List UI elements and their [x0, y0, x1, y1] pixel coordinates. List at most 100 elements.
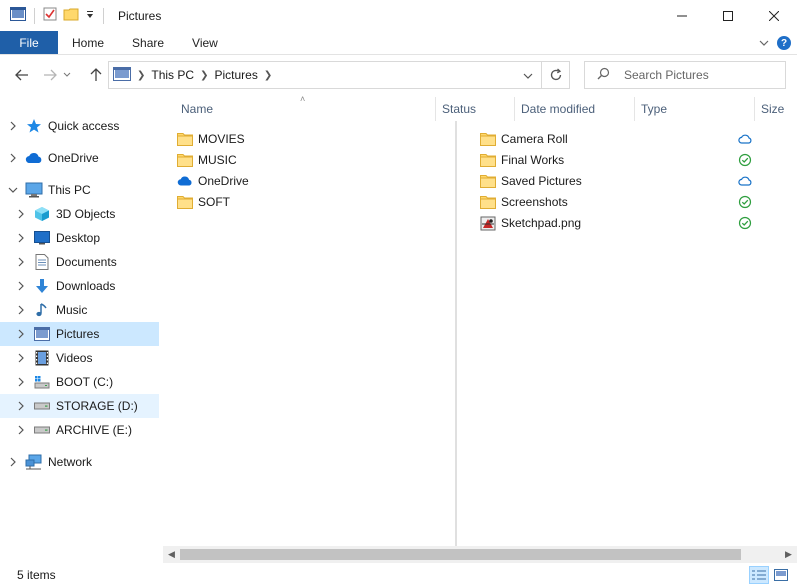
- network-icon: [25, 453, 43, 471]
- maximize-button[interactable]: [705, 0, 751, 31]
- forward-button[interactable]: [38, 63, 62, 87]
- minimize-button[interactable]: [659, 0, 705, 31]
- sidebar-item[interactable]: Music: [0, 298, 159, 322]
- drive-icon: [33, 397, 51, 415]
- sidebar-item[interactable]: BOOT (C:): [0, 370, 159, 394]
- window-app-icon[interactable]: [10, 7, 26, 24]
- refresh-button[interactable]: [542, 61, 570, 89]
- chevron-right-icon[interactable]: [16, 329, 26, 339]
- sidebar-item[interactable]: This PC: [0, 178, 159, 202]
- search-box[interactable]: [584, 61, 786, 89]
- arrow-left-icon: [15, 69, 28, 81]
- window-controls: [659, 0, 797, 31]
- list-item[interactable]: Saved Pictures: [480, 170, 582, 191]
- breadcrumb-separator[interactable]: ❯: [264, 70, 272, 81]
- chevron-right-icon[interactable]: [16, 257, 26, 267]
- folder-icon: [177, 131, 193, 147]
- list-item[interactable]: Camera Roll: [480, 128, 568, 149]
- folder-icon: [480, 152, 496, 168]
- breadcrumb-separator[interactable]: ❯: [137, 70, 145, 81]
- pictures-location-icon: [113, 66, 131, 84]
- customize-toolbar-icon[interactable]: [85, 9, 95, 23]
- recent-locations-button[interactable]: [60, 63, 74, 87]
- chevron-right-icon[interactable]: [16, 401, 26, 411]
- column-header-type[interactable]: Type: [635, 97, 755, 121]
- new-folder-icon[interactable]: [63, 7, 79, 24]
- chevron-right-icon[interactable]: [16, 377, 26, 387]
- large-icons-view-button[interactable]: [771, 566, 791, 584]
- chevron-down-icon[interactable]: [8, 186, 18, 194]
- sidebar-item[interactable]: 3D Objects: [0, 202, 159, 226]
- column-header-size[interactable]: Size: [755, 97, 797, 121]
- column-header-name[interactable]: Name: [175, 97, 437, 121]
- chevron-right-icon[interactable]: [16, 425, 26, 435]
- sidebar-item[interactable]: Documents: [0, 250, 159, 274]
- sidebar-item[interactable]: Videos: [0, 346, 159, 370]
- expand-ribbon-icon[interactable]: [759, 36, 769, 50]
- sidebar-item[interactable]: Downloads: [0, 274, 159, 298]
- chevron-right-icon[interactable]: [16, 353, 26, 363]
- document-icon: [33, 253, 51, 271]
- address-dropdown-icon[interactable]: [523, 69, 533, 83]
- properties-icon[interactable]: [43, 7, 57, 24]
- chevron-right-icon[interactable]: [16, 209, 26, 219]
- cloud-icon: [25, 149, 43, 167]
- file-name: Camera Roll: [501, 131, 568, 146]
- scroll-right-arrow[interactable]: ▶: [780, 546, 797, 563]
- sidebar-item-label: Music: [56, 303, 88, 317]
- breadcrumb-pictures[interactable]: Pictures: [214, 68, 257, 82]
- horizontal-scrollbar[interactable]: ◀ ▶: [163, 546, 797, 563]
- list-item[interactable]: SOFT: [177, 191, 230, 212]
- breadcrumb-this-pc[interactable]: This PC: [151, 68, 194, 82]
- scroll-left-arrow[interactable]: ◀: [163, 546, 180, 563]
- synced-status-icon: [738, 153, 752, 167]
- close-button[interactable]: [751, 0, 797, 31]
- sidebar-item[interactable]: Network: [0, 450, 159, 474]
- details-view-button[interactable]: [749, 566, 769, 584]
- address-bar[interactable]: ❯ This PC ❯ Pictures ❯: [108, 61, 542, 89]
- minimize-icon: [677, 15, 687, 16]
- ribbon-right-controls: ?: [759, 31, 791, 55]
- list-item[interactable]: Screenshots: [480, 191, 568, 212]
- tab-share[interactable]: Share: [118, 31, 178, 54]
- scrollbar-thumb[interactable]: [180, 549, 741, 560]
- sidebar-item[interactable]: ARCHIVE (E:): [0, 418, 159, 442]
- tab-home[interactable]: Home: [58, 31, 118, 54]
- column-header-date-modified[interactable]: Date modified: [515, 97, 635, 121]
- chevron-right-icon[interactable]: [8, 121, 18, 131]
- toolbar-separator: [103, 7, 104, 24]
- chevron-right-icon[interactable]: [16, 233, 26, 243]
- sidebar-item-label: Videos: [56, 351, 93, 365]
- sidebar-item[interactable]: Desktop: [0, 226, 159, 250]
- navigation-bar: ❯ This PC ❯ Pictures ❯: [0, 56, 797, 94]
- file-list: MOVIES MUSIC OneDrive SOFT Camera Roll Final …: [163, 121, 797, 546]
- search-input[interactable]: [624, 68, 774, 82]
- list-item[interactable]: OneDrive: [177, 170, 249, 191]
- list-item[interactable]: MOVIES: [177, 128, 245, 149]
- chevron-right-icon[interactable]: [16, 305, 26, 315]
- download-icon: [33, 277, 51, 295]
- list-item[interactable]: MUSIC: [177, 149, 237, 170]
- breadcrumb-separator[interactable]: ❯: [200, 70, 208, 81]
- navigation-pane: Quick access OneDrive This PC 3D Objects Des…: [0, 110, 160, 560]
- list-item[interactable]: Sketchpad.png: [480, 212, 581, 233]
- quick-access-toolbar: Pictures: [0, 0, 161, 31]
- column-label: Size: [761, 102, 785, 116]
- up-button[interactable]: [84, 63, 108, 87]
- sidebar-item[interactable]: STORAGE (D:): [0, 394, 159, 418]
- sidebar-item[interactable]: Quick access: [0, 114, 159, 138]
- chevron-right-icon[interactable]: [8, 153, 18, 163]
- details-view-icon: [752, 570, 766, 580]
- column-label: Date modified: [521, 102, 596, 116]
- help-icon[interactable]: ?: [777, 36, 791, 50]
- column-header-status[interactable]: Status: [435, 97, 515, 121]
- tab-view[interactable]: View: [178, 31, 232, 54]
- chevron-right-icon[interactable]: [16, 281, 26, 291]
- sidebar-item[interactable]: Pictures: [0, 322, 159, 346]
- computer-icon: [25, 181, 43, 199]
- back-button[interactable]: [10, 63, 34, 87]
- chevron-right-icon[interactable]: [8, 457, 18, 467]
- sidebar-item[interactable]: OneDrive: [0, 146, 159, 170]
- tab-file[interactable]: File: [0, 31, 58, 54]
- list-item[interactable]: Final Works: [480, 149, 564, 170]
